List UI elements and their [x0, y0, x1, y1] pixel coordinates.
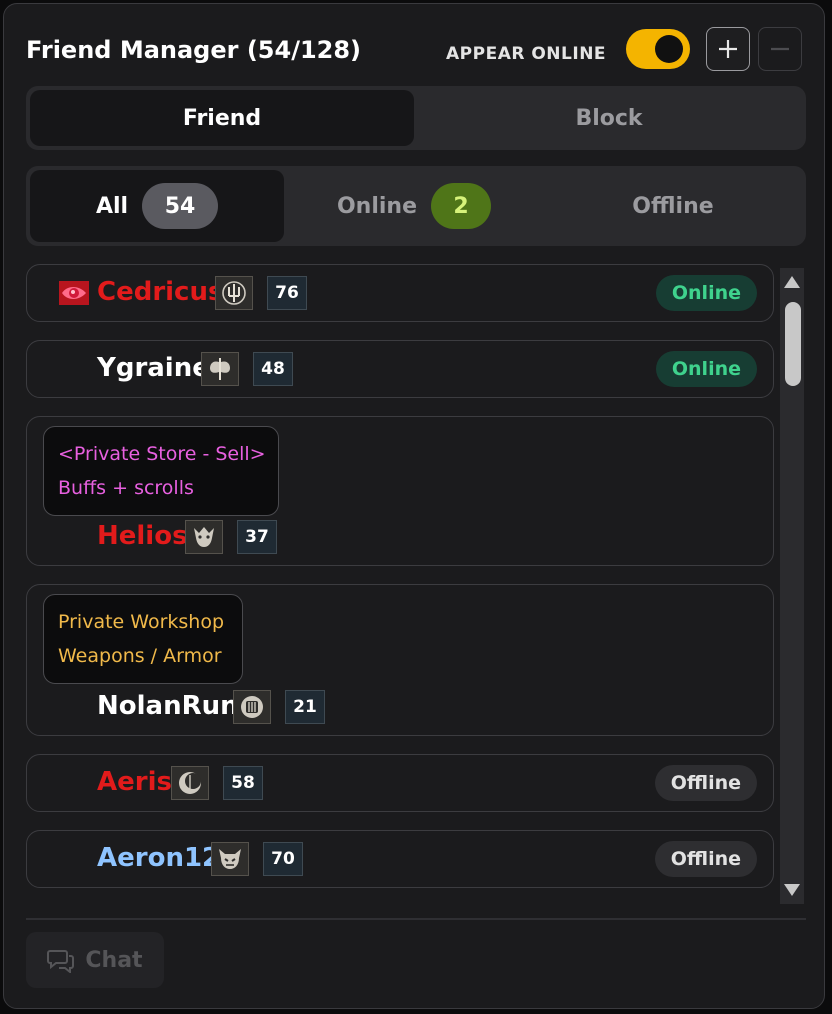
- appear-online-toggle[interactable]: [626, 29, 690, 69]
- filter-tab-bar: All 54 Online 2 Offline: [26, 166, 806, 246]
- scroll-down-icon[interactable]: [784, 884, 800, 896]
- store-line: <Private Store - Sell>: [58, 443, 266, 465]
- friend-row[interactable]: Ygraine 48 Online: [26, 340, 774, 398]
- level-badge: 21: [285, 690, 325, 724]
- friend-row[interactable]: Aeron12 70 Offline: [26, 830, 774, 888]
- private-workshop-message: Private Workshop Weapons / Armor: [43, 594, 243, 684]
- filter-offline-label: Offline: [632, 193, 714, 219]
- shield-crest-icon: [233, 690, 271, 724]
- status-badge: Offline: [654, 765, 757, 801]
- store-line: Buffs + scrolls: [58, 477, 194, 499]
- friend-name: Ygraine: [97, 353, 210, 383]
- friend-list-scrollbar[interactable]: [780, 268, 804, 904]
- filter-online-label: Online: [336, 193, 418, 219]
- chat-bubble-icon: [47, 950, 75, 973]
- page-title: Friend Manager (54/128): [26, 36, 362, 64]
- remove-friend-button[interactable]: [758, 27, 802, 71]
- level-badge: 58: [223, 766, 263, 800]
- footer-divider: [26, 918, 806, 920]
- store-line: Weapons / Armor: [58, 645, 222, 667]
- level-badge: 37: [237, 520, 277, 554]
- friend-name: NolanRun: [97, 691, 239, 721]
- friend-row[interactable]: Cedricus 76 Online: [26, 264, 774, 322]
- scroll-up-icon[interactable]: [784, 276, 800, 288]
- level-badge: 76: [267, 276, 307, 310]
- filter-all-count: 54: [142, 183, 219, 229]
- plus-icon: [719, 40, 737, 58]
- friend-row[interactable]: <Private Store - Sell> Buffs + scrolls H…: [26, 416, 774, 566]
- toggle-knob: [655, 35, 683, 63]
- filter-all-label: All: [95, 193, 129, 219]
- friend-name: Aeron12: [97, 843, 221, 873]
- scrollbar-thumb[interactable]: [785, 302, 801, 386]
- level-badge: 70: [263, 842, 303, 876]
- store-line: Private Workshop: [58, 611, 225, 633]
- status-badge: Online: [655, 275, 757, 311]
- main-tab-bar: Friend Block: [26, 86, 806, 150]
- friend-row[interactable]: Private Workshop Weapons / Armor NolanRu…: [26, 584, 774, 736]
- double-axe-icon: [201, 352, 239, 386]
- clan-emblem-icon: [59, 281, 89, 305]
- level-badge: 48: [253, 352, 293, 386]
- private-store-message: <Private Store - Sell> Buffs + scrolls: [43, 426, 279, 516]
- chat-button[interactable]: Chat: [26, 932, 164, 988]
- status-badge: Offline: [654, 841, 757, 877]
- tab-friend[interactable]: Friend: [30, 90, 414, 146]
- filter-offline[interactable]: Offline: [544, 170, 802, 242]
- appear-online-label: APPEAR ONLINE: [446, 44, 607, 64]
- chat-button-label: Chat: [85, 947, 143, 973]
- minus-icon: [771, 47, 789, 51]
- friend-name: Aeris: [97, 767, 172, 797]
- friend-name: Cedricus: [97, 277, 224, 307]
- demon-crest-icon: [211, 842, 249, 876]
- add-friend-button[interactable]: [706, 27, 750, 71]
- filter-online[interactable]: Online 2: [288, 170, 540, 242]
- moon-crest-icon: [171, 766, 209, 800]
- friend-manager-panel: Friend Manager (54/128) APPEAR ONLINE Fr…: [3, 3, 825, 1009]
- status-badge: Online: [655, 351, 757, 387]
- filter-online-count: 2: [431, 183, 492, 229]
- friend-row[interactable]: Aeris 58 Offline: [26, 754, 774, 812]
- tab-block[interactable]: Block: [416, 90, 802, 146]
- trident-crest-icon: [215, 276, 253, 310]
- friend-name: Helios: [97, 521, 188, 551]
- beast-mask-icon: [185, 520, 223, 554]
- filter-all[interactable]: All 54: [30, 170, 284, 242]
